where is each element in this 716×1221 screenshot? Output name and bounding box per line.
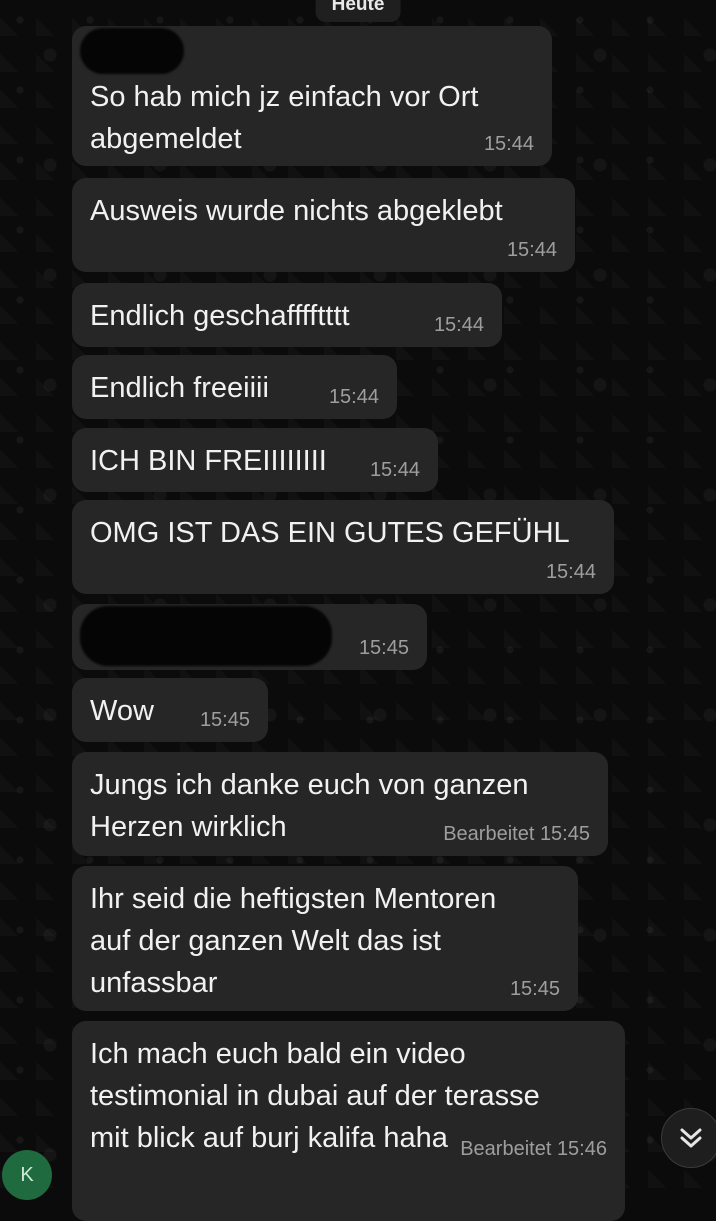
message-meta: 15:44 <box>434 314 484 337</box>
avatar[interactable]: K <box>2 1150 52 1200</box>
redacted-sender-name <box>80 28 184 74</box>
edited-label: Bearbeitet <box>460 1138 557 1160</box>
message-time: 15:44 <box>369 459 420 481</box>
message-text: Ausweis wurde nichts abgeklebt <box>90 195 503 227</box>
message-bubble[interactable]: OMG IST DAS EIN GUTES GEFÜHL 15:44 <box>72 500 614 594</box>
message-text: ICH BIN FREIIIIIIII <box>90 445 327 477</box>
double-chevron-down-icon <box>680 1128 702 1148</box>
message-bubble[interactable]: Ihr seid die heftigsten Mentoren auf der… <box>72 866 578 1011</box>
message-meta: 15:44 <box>507 239 557 262</box>
message-meta: 15:45 <box>359 637 409 660</box>
message-meta: 15:44 <box>484 133 534 156</box>
message-meta: 15:44 <box>370 459 420 482</box>
message-bubble[interactable]: Ausweis wurde nichts abgeklebt 15:44 <box>72 178 575 272</box>
message-time: 15:45 <box>539 823 590 845</box>
message-meta: 15:45 <box>200 709 250 732</box>
message-time: 15:46 <box>556 1138 607 1160</box>
message-meta: 15:44 <box>546 561 596 584</box>
message-time: 15:44 <box>483 133 534 155</box>
avatar-initial: K <box>20 1163 34 1186</box>
message-time: 15:45 <box>509 978 560 1000</box>
message-text: Endlich geschafffftttt <box>90 300 350 332</box>
redacted-message-content <box>80 606 332 666</box>
date-separator: Heute <box>315 0 401 22</box>
message-text: OMG IST DAS EIN GUTES GEFÜHL <box>90 517 570 549</box>
message-meta: 15:45 <box>510 978 560 1001</box>
message-time: 15:44 <box>545 561 596 583</box>
message-time: 15:44 <box>328 386 379 408</box>
message-meta: Bearbeitet 15:45 <box>443 823 590 846</box>
message-bubble[interactable]: Ich mach euch bald ein video testimonial… <box>72 1021 625 1221</box>
message-text: Wow <box>90 695 154 727</box>
message-bubble[interactable]: ICH BIN FREIIIIIIII 15:44 <box>72 428 438 492</box>
message-text: So hab mich jz einfach vor Ort abgemelde… <box>90 81 479 155</box>
message-bubble[interactable]: Wow 15:45 <box>72 678 268 742</box>
message-bubble[interactable]: Endlich geschafffftttt 15:44 <box>72 283 502 347</box>
message-meta: 15:44 <box>329 386 379 409</box>
edited-label: Bearbeitet <box>443 823 540 845</box>
message-time: 15:44 <box>433 314 484 336</box>
message-meta: Bearbeitet 15:46 <box>460 1138 607 1161</box>
message-time: 15:44 <box>506 239 557 261</box>
message-bubble[interactable]: Jungs ich danke euch von ganzen Herzen w… <box>72 752 608 856</box>
message-text: Ihr seid die heftigsten Mentoren auf der… <box>90 883 497 999</box>
message-text: Endlich freeiiii <box>90 372 269 404</box>
message-time: 15:45 <box>199 709 250 731</box>
message-time: 15:45 <box>358 637 409 659</box>
message-bubble[interactable]: Endlich freeiiii 15:44 <box>72 355 397 419</box>
scroll-to-bottom-button[interactable] <box>661 1108 716 1168</box>
